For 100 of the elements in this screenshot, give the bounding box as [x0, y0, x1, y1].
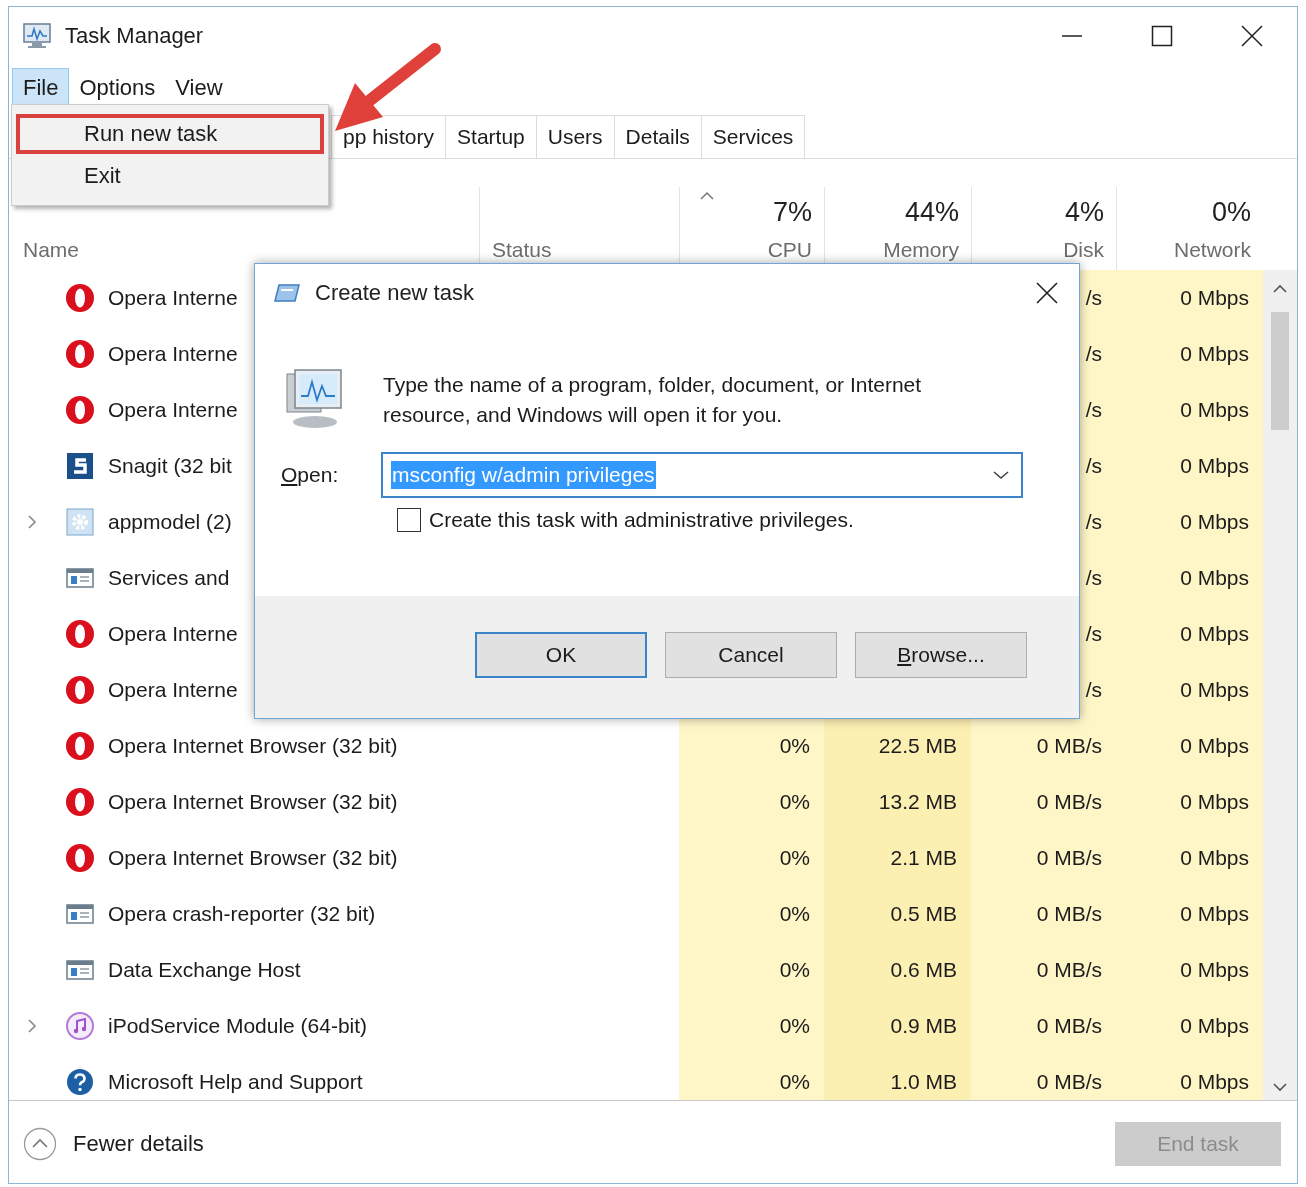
scrollbar-thumb[interactable] — [1271, 312, 1289, 430]
disk-value: /s — [1085, 678, 1102, 702]
ring-icon — [65, 731, 95, 761]
process-name: Microsoft Help and Support — [108, 1070, 363, 1094]
tab[interactable]: Startup — [445, 115, 536, 158]
tab[interactable]: pp history — [331, 115, 446, 158]
disk-value: /s — [1085, 398, 1102, 422]
help-icon — [65, 1067, 95, 1097]
network-value: 0 Mbps — [1180, 286, 1249, 310]
process-name: Data Exchange Host — [108, 958, 301, 982]
scroll-down-icon[interactable] — [1273, 1082, 1287, 1092]
column-header[interactable]: Memory — [883, 238, 959, 262]
column-total: 4% — [1064, 197, 1104, 228]
close-icon[interactable] — [1241, 25, 1263, 47]
disk-value: 0 MB/s — [1036, 1014, 1102, 1038]
process-name: Opera Interne — [108, 286, 238, 310]
dialog-message: Type the name of a program, folder, document, or Internet resource, and Windows will open it for you. — [383, 372, 923, 428]
app-tile-icon — [65, 451, 95, 481]
network-value: 0 Mbps — [1180, 902, 1249, 926]
menu-item[interactable]: Options — [69, 68, 166, 108]
column-header[interactable]: Status — [492, 238, 552, 262]
disk-value: /s — [1085, 454, 1102, 478]
process-name: Opera crash-reporter (32 bit) — [108, 902, 376, 926]
tab[interactable]: Users — [535, 115, 614, 158]
process-name: Services and — [108, 566, 230, 590]
scroll-up-icon[interactable] — [1273, 284, 1287, 294]
network-value: 0 Mbps — [1180, 622, 1249, 646]
memory-value: 22.5 MB — [878, 734, 957, 758]
column-total: 0% — [1211, 197, 1251, 228]
collapse-circle-icon[interactable] — [23, 1127, 57, 1161]
disk-value: 0 MB/s — [1036, 790, 1102, 814]
memory-value: 1.0 MB — [890, 1070, 957, 1094]
maximize-icon[interactable] — [1151, 25, 1173, 47]
menu-item[interactable]: View — [165, 68, 233, 108]
process-name: Opera Interne — [108, 622, 238, 646]
dropdown-caret-icon[interactable] — [993, 470, 1009, 480]
column-header[interactable]: Network — [1173, 238, 1251, 262]
process-name: Opera Internet Browser (32 bit) — [108, 734, 398, 758]
cpu-value: 0% — [779, 734, 810, 758]
network-value: 0 Mbps — [1180, 454, 1249, 478]
expand-chevron-icon[interactable] — [27, 514, 37, 530]
sort-caret-icon — [700, 191, 714, 200]
tab[interactable]: Services — [700, 115, 806, 158]
memory-value: 2.1 MB — [890, 846, 957, 870]
menu-item[interactable]: Exit — [16, 156, 324, 196]
menu-item[interactable]: Run new task — [16, 114, 324, 154]
disk-value: /s — [1085, 510, 1102, 534]
network-value: 0 Mbps — [1180, 398, 1249, 422]
dialog-button[interactable]: Browse... — [855, 632, 1027, 678]
run-window-icon — [273, 283, 301, 303]
cpu-value: 0% — [779, 1014, 810, 1038]
network-value: 0 Mbps — [1180, 958, 1249, 982]
network-value: 0 Mbps — [1180, 510, 1249, 534]
column-header[interactable]: CPU — [767, 238, 812, 262]
disk-value: /s — [1085, 286, 1102, 310]
ring-icon — [65, 283, 95, 313]
network-value: 0 Mbps — [1180, 1014, 1249, 1038]
scrollbar[interactable] — [1263, 270, 1297, 1100]
disk-value: 0 MB/s — [1036, 846, 1102, 870]
cpu-value: 0% — [779, 1070, 810, 1094]
process-name: Snagit (32 bit — [108, 454, 232, 478]
ring-icon — [65, 619, 95, 649]
memory-value: 13.2 MB — [878, 790, 957, 814]
process-name: Opera Interne — [108, 678, 238, 702]
memory-value: 0.5 MB — [890, 902, 957, 926]
disk-value: 0 MB/s — [1036, 734, 1102, 758]
network-value: 0 Mbps — [1180, 678, 1249, 702]
close-icon[interactable] — [1036, 282, 1058, 304]
monitor-chart-icon — [21, 22, 53, 50]
process-name: Opera Interne — [108, 398, 238, 422]
ring-icon — [65, 339, 95, 369]
music-note-icon — [65, 1011, 95, 1041]
disk-value: 0 MB/s — [1036, 1070, 1102, 1094]
disk-value: /s — [1085, 622, 1102, 646]
tab[interactable]: Details — [613, 115, 701, 158]
network-value: 0 Mbps — [1180, 790, 1249, 814]
cpu-value: 0% — [779, 846, 810, 870]
network-value: 0 Mbps — [1180, 342, 1249, 366]
column-header[interactable]: Name — [23, 238, 80, 262]
admin-checkbox[interactable] — [397, 508, 421, 532]
column-total: 7% — [772, 197, 812, 228]
process-name: Opera Internet Browser (32 bit) — [108, 846, 398, 870]
ring-icon — [65, 787, 95, 817]
gear-icon — [65, 507, 95, 537]
expand-chevron-icon[interactable] — [27, 1018, 37, 1034]
cpu-value: 0% — [779, 790, 810, 814]
disk-value: 0 MB/s — [1036, 958, 1102, 982]
network-value: 0 Mbps — [1180, 566, 1249, 590]
memory-value: 0.9 MB — [890, 1014, 957, 1038]
ring-icon — [65, 843, 95, 873]
process-name: appmodel (2) — [108, 510, 232, 534]
disk-value: /s — [1085, 566, 1102, 590]
network-value: 0 Mbps — [1180, 1070, 1249, 1094]
dialog-button[interactable]: Cancel — [665, 632, 837, 678]
ring-icon — [65, 395, 95, 425]
dialog-button[interactable]: OK — [475, 632, 647, 678]
fewer-details-button[interactable]: Fewer details — [23, 1127, 204, 1161]
checkbox-label: Create this task with administrative privileges. — [429, 508, 854, 532]
column-header[interactable]: Disk — [1063, 238, 1104, 262]
disk-value: /s — [1085, 342, 1102, 366]
